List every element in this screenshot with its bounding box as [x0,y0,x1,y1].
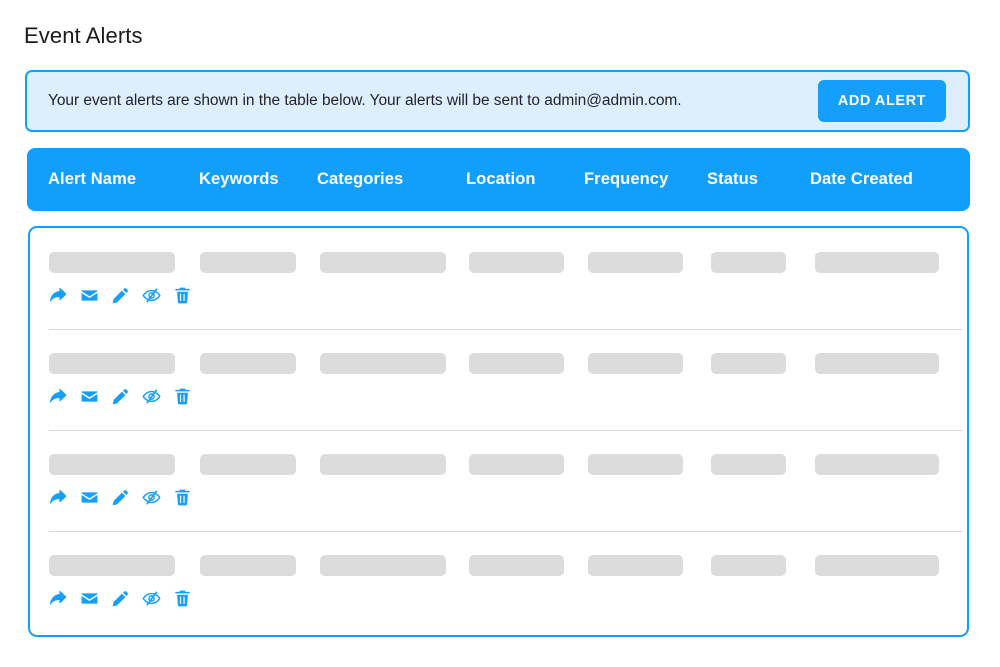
skeleton-cell-date-created [815,353,939,374]
skeleton-cell-categories [320,353,446,374]
skeleton-cell-categories [320,555,446,576]
skeleton-cell-location [469,555,564,576]
pencil-icon[interactable] [111,286,130,305]
column-header-keywords[interactable]: Keywords [199,148,279,211]
eye-slash-icon[interactable] [142,488,161,507]
skeleton-cell-date-created [815,555,939,576]
skeleton-cell-frequency [588,353,683,374]
skeleton-cell-categories [320,252,446,273]
table-row [30,228,967,329]
skeleton-cell-keywords [200,454,296,475]
column-header-alert-name[interactable]: Alert Name [48,148,136,211]
info-banner: Your event alerts are shown in the table… [25,70,970,132]
table-row [30,531,967,632]
skeleton-cell-keywords [200,555,296,576]
pencil-icon[interactable] [111,589,130,608]
trash-icon[interactable] [173,286,192,305]
share-icon[interactable] [49,488,68,507]
share-icon[interactable] [49,589,68,608]
column-header-categories[interactable]: Categories [317,148,403,211]
skeleton-cell-date-created [815,454,939,475]
envelope-icon[interactable] [80,488,99,507]
skeleton-cell-alert-name [49,353,175,374]
row-skeleton-placeholders [30,329,967,374]
envelope-icon[interactable] [80,286,99,305]
skeleton-cell-frequency [588,252,683,273]
table-row [30,430,967,531]
column-header-location[interactable]: Location [466,148,536,211]
trash-icon[interactable] [173,589,192,608]
eye-slash-icon[interactable] [142,286,161,305]
column-header-frequency[interactable]: Frequency [584,148,668,211]
row-actions [49,488,192,507]
skeleton-cell-keywords [200,353,296,374]
trash-icon[interactable] [173,387,192,406]
table-row [30,329,967,430]
row-actions [49,286,192,305]
column-header-date-created[interactable]: Date Created [810,148,913,211]
trash-icon[interactable] [173,488,192,507]
info-banner-message: Your event alerts are shown in the table… [48,92,682,109]
skeleton-cell-location [469,252,564,273]
skeleton-cell-alert-name [49,252,175,273]
envelope-icon[interactable] [80,589,99,608]
row-skeleton-placeholders [30,531,967,576]
eye-slash-icon[interactable] [142,589,161,608]
skeleton-cell-date-created [815,252,939,273]
skeleton-cell-location [469,353,564,374]
skeleton-cell-keywords [200,252,296,273]
pencil-icon[interactable] [111,488,130,507]
skeleton-cell-status [711,353,786,374]
row-skeleton-placeholders [30,228,967,273]
event-alerts-page: Event Alerts Your event alerts are shown… [0,0,1000,667]
skeleton-cell-alert-name [49,454,175,475]
skeleton-cell-categories [320,454,446,475]
table-header-row: Alert Name Keywords Categories Location Freq… [27,148,970,211]
row-skeleton-placeholders [30,430,967,475]
share-icon[interactable] [49,387,68,406]
pencil-icon[interactable] [111,387,130,406]
row-actions [49,589,192,608]
column-header-status[interactable]: Status [707,148,758,211]
skeleton-cell-status [711,252,786,273]
page-title: Event Alerts [24,23,143,48]
skeleton-cell-alert-name [49,555,175,576]
skeleton-cell-frequency [588,454,683,475]
skeleton-cell-status [711,555,786,576]
alerts-table-body [28,226,969,637]
skeleton-cell-frequency [588,555,683,576]
skeleton-cell-location [469,454,564,475]
skeleton-cell-status [711,454,786,475]
share-icon[interactable] [49,286,68,305]
add-alert-button[interactable]: ADD ALERT [817,80,946,122]
eye-slash-icon[interactable] [142,387,161,406]
row-actions [49,387,192,406]
envelope-icon[interactable] [80,387,99,406]
